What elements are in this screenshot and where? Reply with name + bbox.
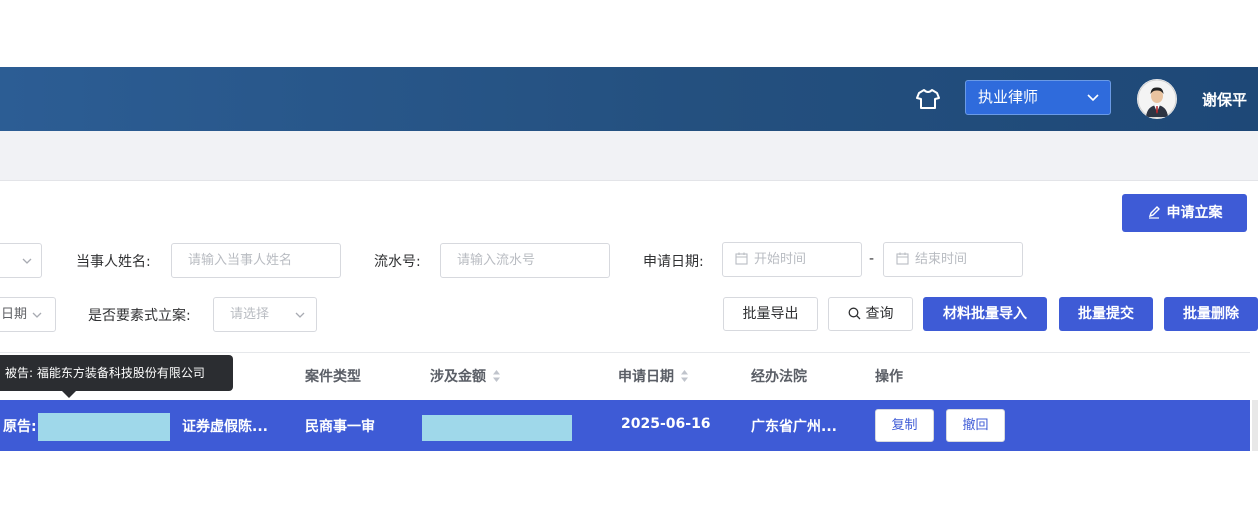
batch-import-button[interactable]: 材料批量导入 — [923, 297, 1047, 331]
batch-export-button[interactable]: 批量导出 — [723, 297, 818, 331]
column-case-type: 案件类型 — [305, 369, 361, 385]
top-header: 执业律师 谢保平 — [0, 67, 1258, 131]
start-date-placeholder: 开始时间 — [754, 252, 807, 267]
case-cause-cell: 证券虚假陈... — [182, 419, 268, 435]
apply-date-label: 申请日期: — [643, 254, 704, 270]
shirt-icon[interactable] — [916, 88, 940, 110]
formal-filing-label: 是否要素式立案: — [88, 308, 191, 324]
role-select-value: 执业律师 — [978, 88, 1039, 106]
sort-icon[interactable] — [492, 369, 501, 383]
batch-import-label: 材料批量导入 — [943, 306, 1027, 322]
column-apply-date-label: 申请日期 — [618, 369, 674, 385]
withdraw-button[interactable]: 撤回 — [946, 409, 1005, 442]
column-amount[interactable]: 涉及金额 — [430, 366, 501, 386]
chevron-down-icon — [1087, 94, 1099, 102]
chevron-down-icon — [32, 312, 42, 318]
avatar[interactable] — [1137, 79, 1177, 119]
formal-filing-select[interactable]: 请选择 — [213, 297, 317, 332]
defendant-tooltip: 被告: 福能东方装备科技股份有限公司 — [0, 355, 233, 391]
redacted-plaintiff — [38, 413, 170, 441]
apply-date-cell: 2025-06-16 — [621, 416, 711, 432]
court-cell: 广东省广州... — [751, 419, 837, 435]
start-date-input[interactable]: 开始时间 — [722, 242, 862, 277]
calendar-icon — [735, 252, 748, 265]
copy-button[interactable]: 复制 — [875, 409, 934, 442]
batch-delete-label: 批量删除 — [1183, 306, 1239, 322]
party-name-label: 当事人姓名: — [76, 254, 151, 270]
column-ops: 操作 — [875, 369, 903, 385]
batch-submit-button[interactable]: 批量提交 — [1059, 297, 1153, 331]
role-select[interactable]: 执业律师 — [965, 80, 1111, 115]
batch-submit-label: 批量提交 — [1078, 306, 1134, 322]
apply-case-button[interactable]: 申请立案 — [1122, 194, 1247, 232]
serial-label: 流水号: — [374, 254, 421, 270]
breadcrumb-bar — [0, 131, 1258, 181]
edit-icon — [1148, 206, 1160, 219]
end-date-input[interactable]: 结束时间 — [883, 242, 1023, 277]
apply-case-label: 申请立案 — [1166, 205, 1223, 221]
batch-export-label: 批量导出 — [742, 306, 799, 322]
date-type-select[interactable]: 日期 — [0, 297, 56, 332]
end-date-placeholder: 结束时间 — [915, 252, 968, 267]
column-amount-label: 涉及金额 — [430, 369, 486, 385]
formal-filing-placeholder: 请选择 — [230, 307, 270, 322]
plaintiff-label: 原告: — [3, 419, 37, 435]
date-separator: - — [869, 251, 875, 267]
page: 执业律师 谢保平 申请立案 当事人姓名: 请输入当事人姓名 流水号: 请输入流水… — [0, 0, 1258, 506]
redacted-amount — [422, 415, 572, 441]
serial-placeholder: 请输入流水号 — [457, 253, 536, 268]
username[interactable]: 谢保平 — [1202, 89, 1247, 110]
case-type-cell: 民商事一审 — [305, 419, 375, 435]
query-label: 查询 — [865, 306, 894, 322]
table-row[interactable]: 原告: 证券虚假陈... 民商事一审 2025-06-16 广东省广州... 复… — [0, 400, 1250, 451]
sort-icon[interactable] — [680, 369, 689, 383]
calendar-icon — [896, 252, 909, 265]
serial-input[interactable]: 请输入流水号 — [440, 243, 610, 278]
search-icon — [848, 307, 860, 320]
chevron-down-icon — [295, 312, 305, 318]
type-select-partial[interactable] — [0, 243, 42, 278]
date-type-value: 日期 — [1, 307, 28, 322]
column-court: 经办法院 — [751, 369, 807, 385]
column-apply-date[interactable]: 申请日期 — [618, 366, 689, 386]
tooltip-arrow — [62, 391, 76, 398]
party-name-placeholder: 请输入当事人姓名 — [188, 253, 293, 268]
query-button[interactable]: 查询 — [828, 297, 913, 331]
batch-delete-button[interactable]: 批量删除 — [1164, 297, 1258, 331]
party-name-input[interactable]: 请输入当事人姓名 — [171, 243, 341, 278]
chevron-down-icon — [22, 258, 32, 264]
avatar-image — [1137, 79, 1177, 119]
scrollbar[interactable] — [1252, 400, 1258, 451]
